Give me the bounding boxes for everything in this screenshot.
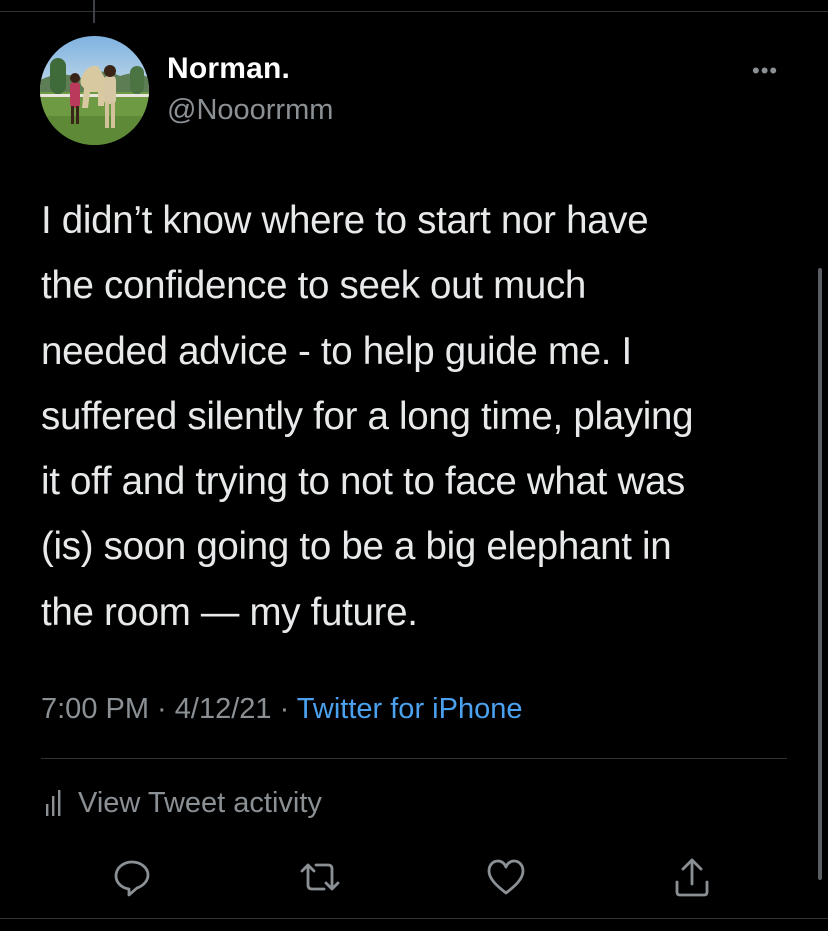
- bottom-divider: [0, 918, 828, 919]
- like-button[interactable]: [484, 855, 528, 899]
- tweet-text-line: (is) soon going to be a big elephant in: [41, 525, 672, 569]
- retweet-button[interactable]: [298, 855, 342, 899]
- tweet-text: I didn’t know where to start nor have th…: [41, 188, 801, 645]
- tweet-time[interactable]: 7:00 PM: [41, 693, 149, 725]
- reply-button[interactable]: [110, 855, 154, 899]
- tweet-action-bar: [0, 855, 828, 900]
- divider: [41, 758, 787, 759]
- profile-photo-icon: [40, 36, 149, 145]
- tweet-text-line: the room — my future.: [41, 590, 418, 634]
- author-handle[interactable]: @Nooorrmm: [167, 94, 333, 127]
- author-display-name[interactable]: Norman.: [167, 52, 290, 86]
- tweet-text-line: the confidence to seek out much: [41, 264, 587, 308]
- scrollbar[interactable]: [818, 268, 822, 880]
- like-icon: [487, 859, 525, 895]
- meta-separator: ·: [271, 693, 297, 725]
- retweet-icon: [300, 863, 340, 891]
- tweet-date[interactable]: 4/12/21: [175, 693, 272, 725]
- tweet-text-line: it off and trying to not to face what wa…: [41, 460, 686, 504]
- more-options-icon[interactable]: •••: [752, 60, 778, 82]
- share-icon: [675, 858, 709, 897]
- tweet-source-link[interactable]: Twitter for iPhone: [297, 693, 523, 725]
- view-tweet-activity-button[interactable]: View Tweet activity: [44, 783, 322, 823]
- view-tweet-activity-label: View Tweet activity: [78, 786, 322, 819]
- thread-connector-line: [93, 0, 95, 23]
- tweet-text-line: needed advice - to help guide me. I: [41, 329, 632, 373]
- reply-icon: [114, 860, 150, 897]
- tweet-text-line: I didn’t know where to start nor have: [41, 199, 649, 242]
- tweet-metadata: 7:00 PM · 4/12/21 · Twitter for iPhone: [41, 693, 522, 726]
- meta-separator: ·: [149, 693, 175, 725]
- tweet-text-line: suffered silently for a long time, playi…: [41, 394, 694, 438]
- top-divider: [0, 11, 828, 12]
- share-button[interactable]: [670, 855, 714, 899]
- avatar[interactable]: [40, 36, 149, 145]
- analytics-bars-icon: [46, 790, 61, 816]
